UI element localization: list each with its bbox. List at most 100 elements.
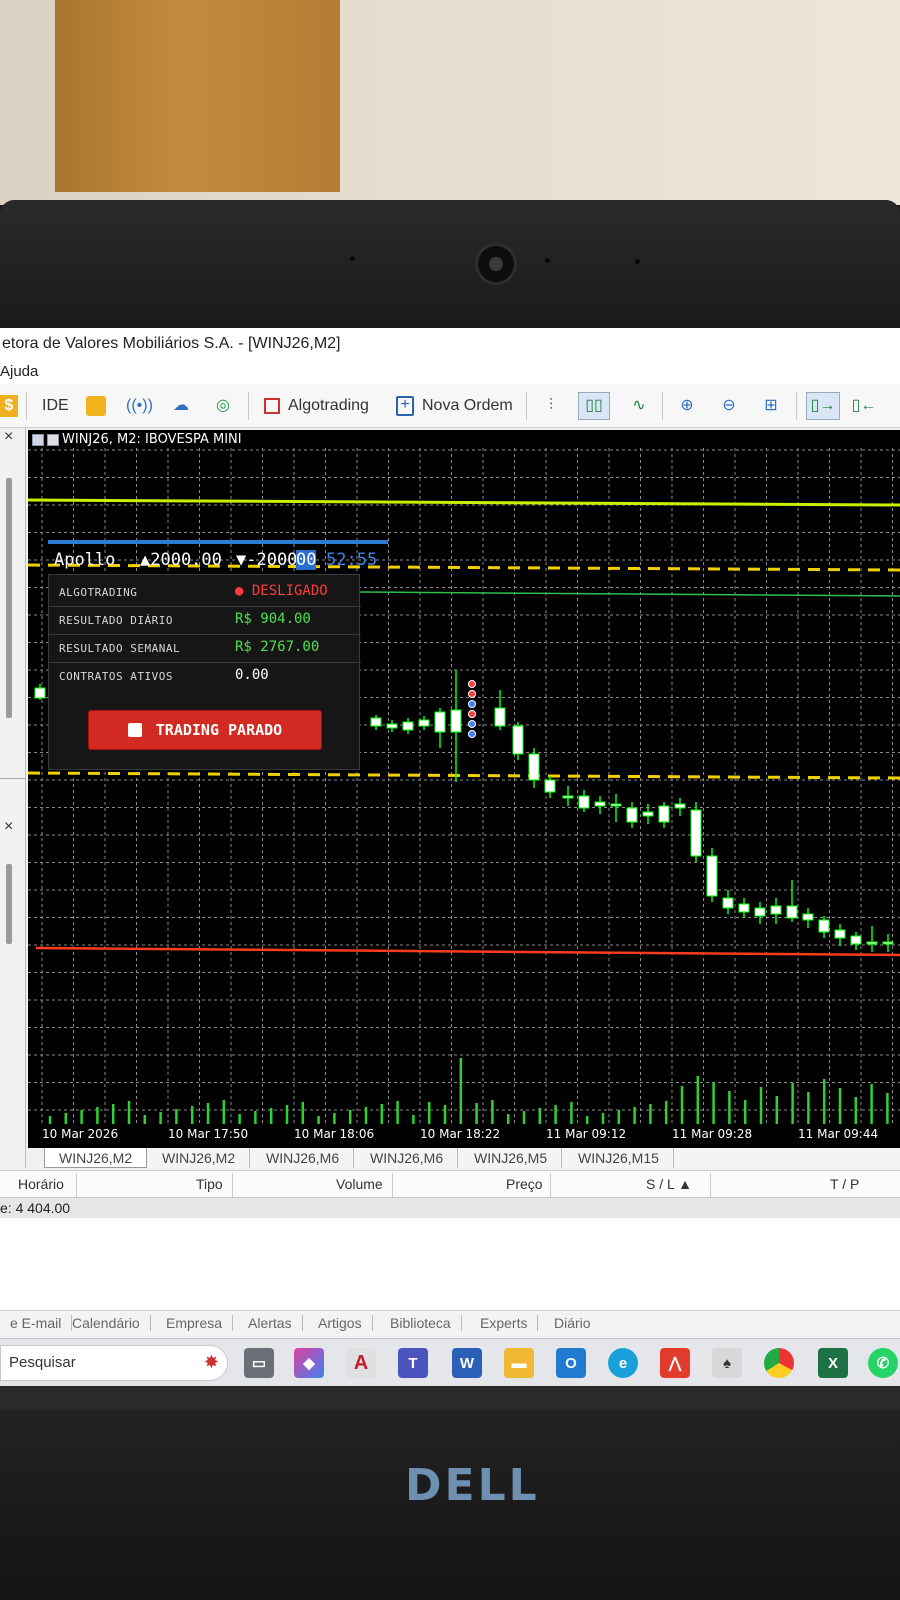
task-view-icon[interactable]: ▭ (244, 1348, 274, 1378)
solitaire-icon[interactable]: ♠ (712, 1348, 742, 1378)
close-icon[interactable]: × (4, 818, 13, 836)
toolbar-separator (248, 392, 249, 420)
autoscroll-icon[interactable]: ▯→ (806, 392, 840, 420)
zoom-out-icon[interactable]: ⊖ (718, 392, 740, 420)
tab-empresa[interactable]: Empresa (156, 1315, 234, 1331)
scrollbar[interactable] (6, 864, 12, 944)
toolbox-tabs: e E-mail Calendário Empresa Alertas Arti… (0, 1310, 900, 1336)
copilot-icon[interactable]: ◆ (294, 1348, 324, 1378)
file-explorer-icon[interactable]: ▬ (504, 1348, 534, 1378)
apollo-buy-value: ▲2000.00 (140, 550, 222, 570)
tab-biblioteca[interactable]: Biblioteca (380, 1315, 462, 1331)
trade-table-header: Horário Tipo Volume Preço S / L ▲ T / P (0, 1170, 900, 1198)
toolbar: $ IDE ((•)) ☁ ◎ Algotrading + Nova Ordem… (0, 384, 900, 428)
tab-alertas[interactable]: Alertas (238, 1315, 303, 1331)
column-header-horario[interactable]: Horário (18, 1176, 64, 1192)
cloud-icon[interactable]: ☁ (170, 392, 192, 420)
column-header-preco[interactable]: Preço (506, 1176, 543, 1192)
trade-marker (468, 720, 476, 728)
trade-marker (468, 700, 476, 708)
nova-ordem-button[interactable]: + Nova Ordem (396, 392, 513, 420)
column-header-tp[interactable]: T / P (830, 1176, 859, 1192)
ide-button[interactable]: IDE (42, 392, 69, 420)
signal-icon[interactable]: ((•)) (126, 392, 153, 420)
tab-winj26-m5[interactable]: WINJ26,M5 (460, 1148, 563, 1168)
apollo-panel: ALGOTRADING ● DESLIGADO RESULTADO DIÁRIO… (48, 574, 361, 770)
candle-body (642, 811, 654, 817)
acrobat-icon[interactable]: ⋀ (660, 1348, 690, 1378)
chart-title: WINJ26, M2: IBOVESPA MINI (32, 432, 242, 447)
candle-body (386, 723, 398, 729)
candle-body (786, 905, 798, 919)
line-chart-icon[interactable]: ∿ (628, 392, 650, 420)
edge-icon[interactable]: e (608, 1348, 638, 1378)
scrollbar[interactable] (6, 478, 12, 718)
bar-chart-icon[interactable]: ⫶ (540, 392, 562, 420)
vps-icon[interactable]: ◎ (212, 392, 234, 420)
apollo-time-a: 00 (296, 550, 317, 570)
taskbar-search[interactable]: Pesquisar ✸ (0, 1345, 228, 1381)
tab-winj26-m6[interactable]: WINJ26,M6 (356, 1148, 459, 1168)
trading-stopped-button[interactable]: TRADING PARADO (89, 711, 321, 749)
chart-canvas (28, 448, 900, 1124)
close-icon[interactable]: × (4, 428, 13, 446)
candle-chart-icon[interactable]: ▯▯ (578, 392, 610, 420)
toolbar-separator (662, 392, 663, 420)
chrome-icon[interactable] (764, 1348, 794, 1378)
tab-winj26-m6[interactable]: WINJ26,M6 (252, 1148, 355, 1168)
outlook-icon[interactable]: O (556, 1348, 586, 1378)
column-header-volume[interactable]: Volume (336, 1176, 383, 1192)
access-icon[interactable]: A (346, 1348, 376, 1378)
trading-stopped-label: TRADING PARADO (155, 721, 283, 739)
candle-body (562, 795, 574, 799)
teams-icon[interactable]: T (398, 1348, 428, 1378)
tile-windows-icon[interactable]: ⊞ (760, 392, 782, 420)
webcam-icon (475, 243, 517, 285)
dollar-icon[interactable]: $ (0, 392, 18, 420)
candle-body (370, 717, 382, 727)
tab-diario[interactable]: Diário (544, 1315, 601, 1331)
tab-winj26-m2[interactable]: WINJ26,M2 (44, 1148, 148, 1168)
chart-shift-icon[interactable]: ▯← (850, 392, 878, 420)
apollo-row-value: 0.00 (235, 667, 269, 683)
price-chart[interactable]: WINJ26, M2: IBOVESPA MINI 10 Mar 2026 10… (28, 430, 900, 1148)
tab-winj26-m15[interactable]: WINJ26,M15 (564, 1148, 674, 1168)
menu-item-ajuda[interactable]: Ajuda (0, 363, 38, 380)
x-tick-label: 11 Mar 09:12 (546, 1127, 627, 1141)
tab-experts[interactable]: Experts (470, 1315, 539, 1331)
apollo-row-label: RESULTADO DIÁRIO (59, 614, 173, 627)
balance-row: e: 4 404.00 (0, 1198, 900, 1218)
candle-body (866, 941, 878, 945)
excel-icon[interactable]: X (818, 1348, 848, 1378)
trade-marker (468, 690, 476, 698)
menu-bar: Ajuda (0, 360, 900, 384)
stop-square-icon (264, 398, 280, 414)
apollo-row-active-contracts: CONTRATOS ATIVOS 0.00 (49, 663, 361, 691)
column-divider (550, 1173, 551, 1197)
column-divider (232, 1173, 233, 1197)
candle-body (578, 795, 590, 809)
candle-body (626, 807, 638, 823)
candle-body (706, 855, 718, 897)
column-header-sl[interactable]: S / L ▲ (646, 1176, 692, 1192)
new-order-icon: + (396, 396, 414, 416)
dell-logo: DELL (405, 1460, 540, 1511)
zoom-in-icon[interactable]: ⊕ (676, 392, 698, 420)
x-tick-label: 11 Mar 09:44 (798, 1127, 879, 1141)
tab-calendario[interactable]: Calendário (62, 1315, 151, 1331)
ide-label: IDE (42, 397, 69, 414)
candle-body (418, 719, 430, 727)
apollo-name: Apollo (54, 550, 116, 570)
navigator-panel: × × (0, 428, 26, 1168)
whatsapp-icon[interactable]: ✆ (868, 1348, 898, 1378)
tab-artigos[interactable]: Artigos (308, 1315, 373, 1331)
candle-body (512, 725, 524, 755)
word-icon[interactable]: W (452, 1348, 482, 1378)
column-header-tipo[interactable]: Tipo (196, 1176, 223, 1192)
apollo-row-algotrading: ALGOTRADING ● DESLIGADO (49, 579, 361, 607)
algotrading-button[interactable]: Algotrading (264, 392, 369, 420)
toolbar-separator (26, 392, 27, 420)
tab-winj26-m2[interactable]: WINJ26,M2 (148, 1148, 251, 1168)
market-bag-icon[interactable] (86, 392, 106, 420)
x-tick-label: 10 Mar 17:50 (168, 1127, 249, 1141)
